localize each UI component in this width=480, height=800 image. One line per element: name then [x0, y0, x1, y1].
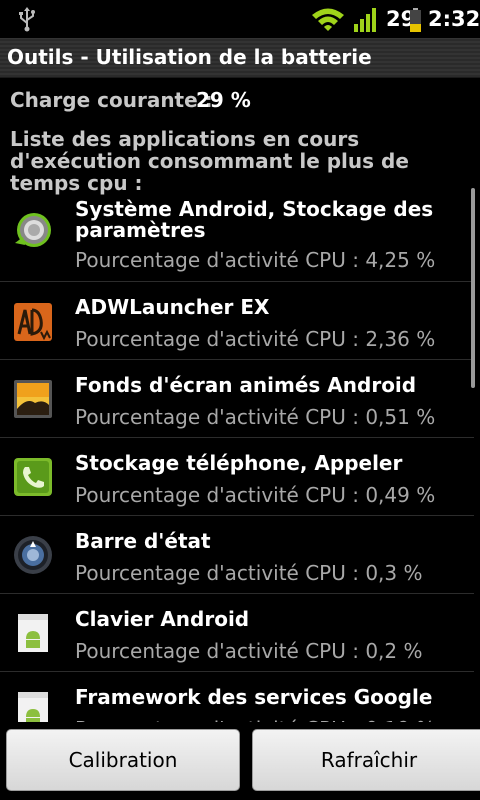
charge-label: Charge courante : — [10, 88, 213, 112]
live-wallpaper-icon — [14, 380, 52, 418]
charge-value: 29 % — [196, 88, 251, 112]
app-name: ADWLauncher EX — [75, 295, 270, 319]
adw-launcher-icon — [14, 303, 52, 341]
battery-icon — [410, 8, 421, 32]
usb-icon — [19, 7, 35, 32]
wifi-icon — [312, 8, 344, 31]
list-item[interactable]: Stockage téléphone, Appeler Pourcentage … — [0, 438, 474, 516]
list-item[interactable]: Clavier Android Pourcentage d'activité C… — [0, 594, 474, 672]
calibration-button[interactable]: Calibration — [6, 729, 240, 791]
phone-icon — [14, 458, 52, 496]
page-title: Outils - Utilisation de la batterie — [7, 45, 372, 69]
clock: 2:32 — [428, 7, 480, 31]
refresh-button[interactable]: Rafraîchir — [252, 729, 480, 791]
android-system-icon — [15, 213, 51, 247]
status-bar-icon — [14, 536, 52, 574]
list-item[interactable]: ADWLauncher EX Pourcentage d'activité CP… — [0, 282, 474, 360]
app-cpu-usage: Pourcentage d'activité CPU : 2,36 % — [75, 327, 436, 351]
app-cpu-usage: Pourcentage d'activité CPU : 0,49 % — [75, 483, 436, 507]
app-name: Fonds d'écran animés Android — [75, 373, 417, 397]
list-item[interactable]: Barre d'état Pourcentage d'activité CPU … — [0, 516, 474, 594]
signal-icon — [354, 8, 376, 32]
list-item[interactable]: Système Android, Stockage des paramètres… — [0, 183, 474, 282]
app-list[interactable]: Système Android, Stockage des paramètres… — [0, 183, 480, 730]
list-scrollbar[interactable] — [471, 188, 475, 388]
title-bar: Outils - Utilisation de la batterie — [0, 38, 480, 78]
list-item[interactable]: Fonds d'écran animés Android Pourcentage… — [0, 360, 474, 438]
app-name: Stockage téléphone, Appeler — [75, 451, 403, 475]
app-name: Barre d'état — [75, 529, 211, 553]
app-name: Clavier Android — [75, 607, 250, 631]
android-keyboard-icon — [18, 614, 48, 652]
status-bar: 29 2:32 — [0, 0, 480, 38]
app-name: Système Android, Stockage des paramètres — [75, 197, 434, 242]
app-name: Framework des services Google — [75, 685, 433, 709]
app-cpu-usage: Pourcentage d'activité CPU : 0,51 % — [75, 405, 436, 429]
app-cpu-usage: Pourcentage d'activité CPU : 0,3 % — [75, 561, 423, 585]
app-cpu-usage: Pourcentage d'activité CPU : 4,25 % — [75, 248, 436, 272]
app-cpu-usage: Pourcentage d'activité CPU : 0,2 % — [75, 639, 423, 663]
